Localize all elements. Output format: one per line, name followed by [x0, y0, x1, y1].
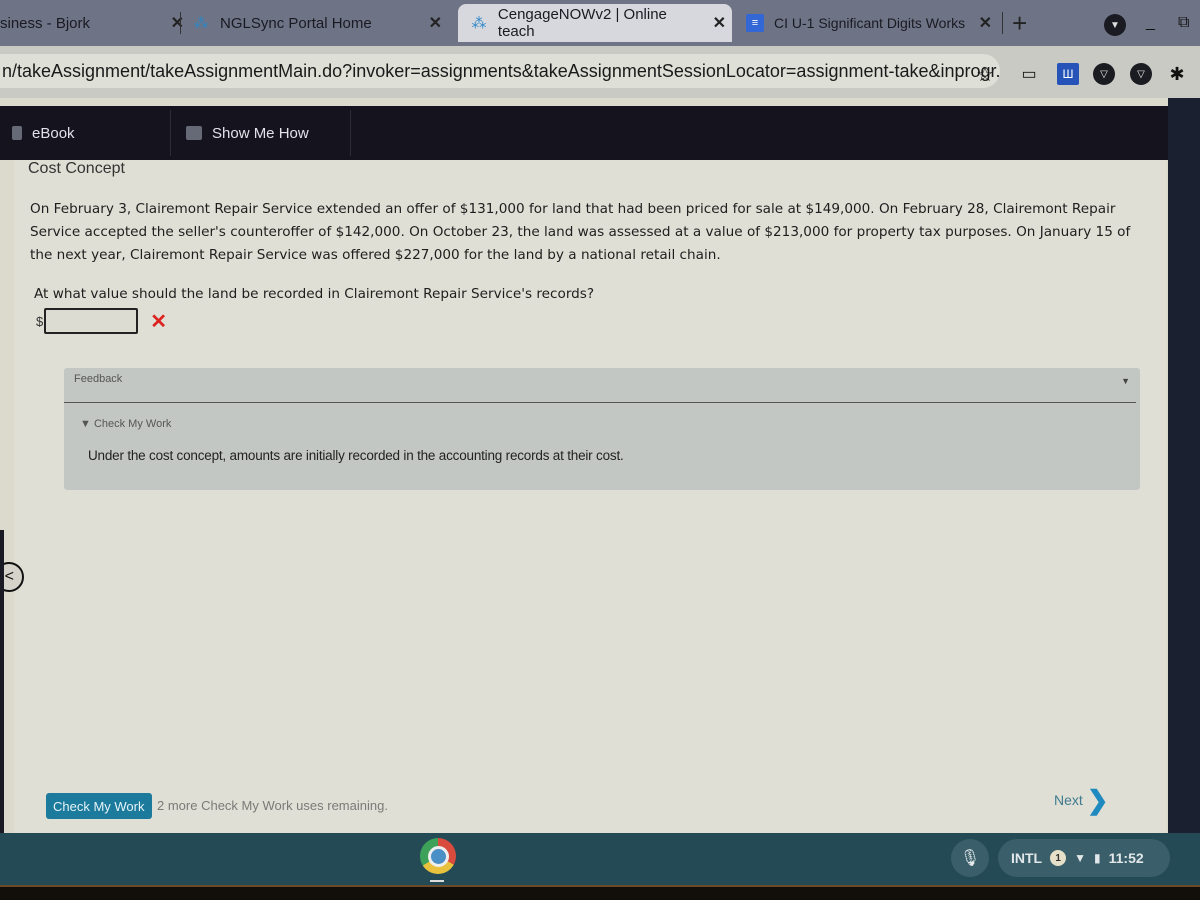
- clock: 11:52: [1108, 850, 1144, 866]
- keyboard-layout: INTL: [1011, 850, 1043, 866]
- close-tab-icon[interactable]: ✕: [165, 13, 190, 33]
- problem-content: Cost Concept On February 3, Clairemont R…: [0, 160, 1166, 833]
- currency-symbol: $: [36, 313, 44, 329]
- check-my-work-button[interactable]: Check My Work: [46, 793, 152, 819]
- profile-icon[interactable]: ▼: [1104, 14, 1126, 36]
- window-edge: [1168, 98, 1200, 833]
- close-tab-icon[interactable]: ✕: [423, 13, 448, 33]
- restore-button[interactable]: ⧉: [1178, 14, 1189, 32]
- next-label: Next: [1054, 792, 1083, 808]
- toolbar-separator: [170, 110, 171, 156]
- docs-icon: ≡: [746, 14, 764, 32]
- minimize-button[interactable]: _: [1146, 14, 1155, 32]
- question-text: At what value should the land be recorde…: [34, 286, 595, 302]
- tab-separator: [180, 12, 181, 34]
- feedback-text: Under the cost concept, amounts are init…: [88, 448, 624, 463]
- shield-icon[interactable]: ▽: [1130, 63, 1152, 85]
- video-icon: [186, 126, 202, 140]
- cast-icon[interactable]: ▭: [1018, 63, 1040, 85]
- feedback-divider: [64, 402, 1136, 403]
- feedback-panel: Feedback ▼ ▼ Check My Work Under the cos…: [64, 368, 1140, 490]
- tab-label: siness - Bjork: [0, 14, 91, 32]
- assignment-toolbar: eBook Show Me How: [0, 106, 1176, 160]
- tab-label: CengageNOWv2 | Online teach: [497, 6, 667, 40]
- microphone-icon[interactable]: 🎙: [951, 839, 989, 877]
- screen: siness - Bjork ✕ ⁂ NGLSync Portal Home ✕…: [0, 0, 1200, 900]
- ebook-label: eBook: [32, 124, 75, 142]
- notes-icon[interactable]: Ш: [1057, 63, 1079, 85]
- tab-strip: siness - Bjork ✕ ⁂ NGLSync Portal Home ✕…: [0, 0, 1200, 46]
- tab-label: NGLSync Portal Home: [220, 14, 372, 32]
- show-me-how-label: Show Me How: [212, 124, 309, 142]
- chevron-right-icon: ❯: [1086, 785, 1109, 815]
- spark-icon: ⁂: [193, 15, 209, 32]
- section-title: Cost Concept: [28, 160, 125, 177]
- problem-text: On February 3, Clairemont Repair Service…: [30, 201, 1131, 263]
- shield-icon[interactable]: ▽: [1093, 63, 1115, 85]
- next-button[interactable]: Next ❯: [1054, 785, 1109, 815]
- collapse-icon[interactable]: ▼: [1121, 376, 1130, 386]
- page: eBook Show Me How Cost Concept On Februa…: [0, 98, 1180, 833]
- answer-input[interactable]: [44, 308, 139, 334]
- url-field[interactable]: n/takeAssignment/takeAssignmentMain.do?i…: [0, 54, 1000, 88]
- tab-nglsync[interactable]: ⁂ NGLSync Portal Home ✕: [192, 4, 448, 42]
- tab-cengage[interactable]: ⁂ CengageNOWv2 | Online teach ✕: [458, 4, 732, 42]
- chrome-icon[interactable]: [420, 838, 456, 874]
- ebook-button[interactable]: eBook: [12, 106, 75, 160]
- show-me-how-button[interactable]: Show Me How: [186, 106, 309, 160]
- book-icon: [12, 126, 22, 140]
- check-my-work-toggle[interactable]: ▼ Check My Work: [80, 418, 171, 430]
- spark-icon: ⁂: [471, 15, 487, 32]
- incorrect-icon: ✕: [150, 310, 167, 333]
- close-tab-icon[interactable]: ✕: [973, 13, 998, 33]
- answer-row: $ ✕: [36, 308, 167, 334]
- wifi-icon: ▼: [1074, 851, 1086, 865]
- screen-bezel: [0, 885, 1200, 900]
- toolbar-separator: [350, 110, 351, 156]
- new-tab-button[interactable]: +: [1012, 8, 1027, 39]
- uses-remaining-text: 2 more Check My Work uses remaining.: [157, 798, 388, 813]
- chevron-left-icon: <: [4, 568, 14, 585]
- left-edge-bar: [0, 530, 4, 833]
- tab-significant-digits[interactable]: ≡ CI U-1 Significant Digits Works ✕: [742, 4, 998, 42]
- tab-separator: [1002, 12, 1003, 34]
- close-tab-icon[interactable]: ✕: [707, 13, 732, 33]
- running-indicator: [430, 880, 444, 882]
- status-tray[interactable]: INTL 1 ▼ ▮ 11:52: [998, 839, 1170, 877]
- bookmark-star-icon[interactable]: ☆: [974, 63, 996, 86]
- puzzle-icon[interactable]: ✱: [1166, 63, 1188, 85]
- tab-business[interactable]: siness - Bjork ✕: [0, 4, 190, 42]
- feedback-title: Feedback: [74, 373, 123, 385]
- notification-badge: 1: [1050, 850, 1067, 866]
- tab-label: CI U-1 Significant Digits Works: [774, 15, 966, 31]
- battery-icon: ▮: [1094, 851, 1101, 865]
